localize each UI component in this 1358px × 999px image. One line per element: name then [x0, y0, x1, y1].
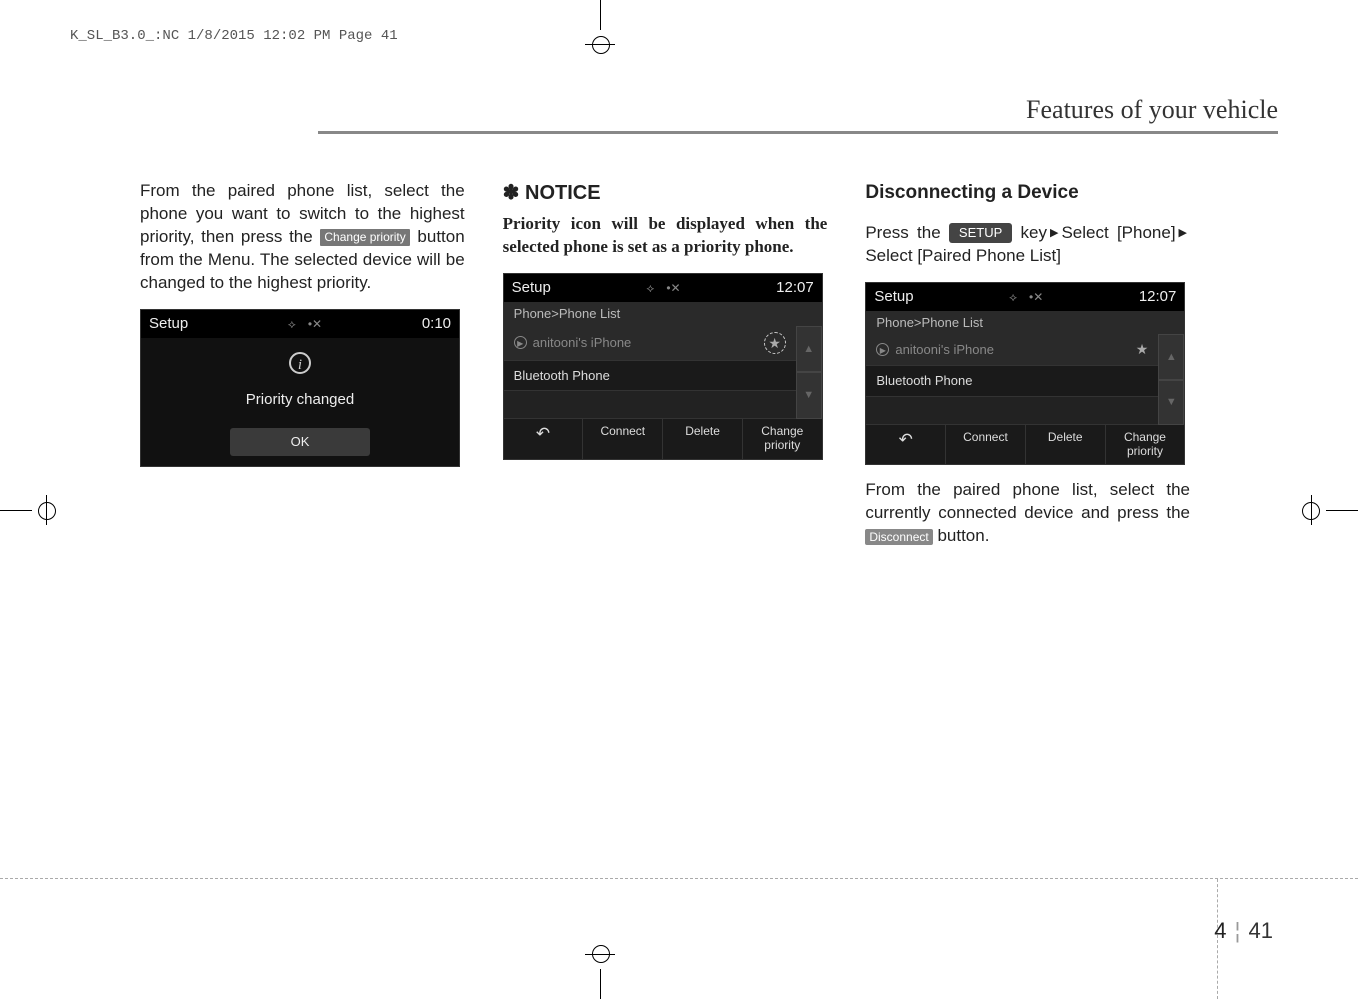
ss3-item-2[interactable]: Bluetooth Phone — [866, 366, 1158, 397]
column-2: ✽ NOTICE Priority icon will be displayed… — [503, 180, 828, 548]
ss1-info-row: i — [141, 338, 459, 382]
bluetooth-icon: ⟡ — [288, 316, 296, 332]
ss1-message: Priority changed — [141, 382, 459, 428]
ss2-change-priority-button[interactable]: Change priority — [743, 419, 822, 459]
ss2-item1-label: anitooni's iPhone — [533, 334, 632, 352]
mute-icon: •✕ — [1029, 289, 1043, 305]
screenshot-priority-changed: Setup ⟡ •✕ 0:10 i Priority changed OK — [140, 309, 460, 467]
disconnect-button-label: Disconnect — [865, 529, 932, 545]
bluetooth-icon: ⟡ — [1009, 289, 1017, 305]
col3-text-c: Select [Phone] — [1061, 223, 1175, 242]
page-title-bar: Features of your vehicle — [318, 95, 1278, 134]
ss3-change-line1: Change — [1124, 430, 1166, 444]
col3-text-d: Select [Paired Phone List] — [865, 246, 1061, 265]
ss1-ok-button[interactable]: OK — [230, 428, 370, 456]
ss3-connect-button[interactable]: Connect — [946, 425, 1026, 465]
page-number: 4 ¦ 41 — [1214, 918, 1273, 944]
col3-para2-a: From the paired phone list, select the c… — [865, 480, 1190, 522]
ss3-item-1[interactable]: ▶ anitooni's iPhone ★ — [866, 334, 1158, 366]
ss3-empty-row — [866, 397, 1158, 425]
col1-text-a: From the paired phone list, select the p… — [140, 181, 465, 246]
playing-icon: ▶ — [876, 343, 889, 356]
col3-instruction: Press the SETUP key▶Select [Phone]▶Selec… — [865, 222, 1190, 268]
setup-key-label: SETUP — [949, 223, 1012, 243]
crop-mark-top — [560, 0, 640, 52]
ss3-setup-label: Setup — [874, 287, 913, 307]
ss3-topbar: Setup ⟡ •✕ 12:07 — [866, 283, 1184, 311]
priority-star-icon: ★ — [764, 332, 786, 354]
mute-icon: •✕ — [666, 280, 680, 296]
ss2-back-button[interactable]: ↶ — [504, 419, 584, 459]
screenshot-phone-list-disconnect: Setup ⟡ •✕ 12:07 Phone>Phone List ▶ anit… — [865, 282, 1185, 466]
content-columns: From the paired phone list, select the p… — [140, 180, 1190, 548]
page-num-section: 4 — [1214, 918, 1226, 943]
mute-icon: •✕ — [308, 316, 322, 332]
ss2-setup-label: Setup — [512, 278, 551, 298]
ss3-change-priority-button[interactable]: Change priority — [1106, 425, 1185, 465]
ss2-change-line1: Change — [761, 424, 803, 438]
ss3-time: 12:07 — [1139, 287, 1177, 307]
triangle-icon: ▶ — [1050, 226, 1058, 241]
ss2-change-line2: priority — [764, 438, 800, 452]
col3-para2-b: button. — [937, 526, 989, 545]
scroll-down-icon[interactable]: ▼ — [796, 372, 822, 419]
change-priority-button-label: Change priority — [319, 228, 410, 246]
col3-text-a: Press the — [865, 223, 949, 242]
disconnecting-header: Disconnecting a Device — [865, 180, 1190, 206]
scroll-up-icon[interactable]: ▲ — [1158, 334, 1184, 379]
ss2-topbar: Setup ⟡ •✕ 12:07 — [504, 274, 822, 302]
ss2-scrollbar[interactable]: ▲ ▼ — [796, 326, 822, 420]
ss2-breadcrumb: Phone>Phone List — [504, 302, 822, 326]
crop-mark-right — [1298, 480, 1358, 540]
triangle-icon: ▶ — [1179, 226, 1187, 241]
scroll-up-icon[interactable]: ▲ — [796, 326, 822, 373]
ss3-item1-label: anitooni's iPhone — [895, 341, 994, 359]
ss3-breadcrumb: Phone>Phone List — [866, 311, 1184, 335]
crop-mark-bottom — [560, 944, 640, 999]
dashed-line-bottom — [0, 878, 1358, 879]
page-title: Features of your vehicle — [318, 95, 1278, 125]
ss2-delete-button[interactable]: Delete — [663, 419, 743, 459]
ss1-time: 0:10 — [422, 314, 451, 334]
ss3-scrollbar[interactable]: ▲ ▼ — [1158, 334, 1184, 424]
notice-star-icon: ✽ — [503, 182, 520, 204]
col1-paragraph: From the paired phone list, select the p… — [140, 180, 465, 295]
ss3-item2-label: Bluetooth Phone — [876, 372, 972, 390]
screenshot-phone-list-priority: Setup ⟡ •✕ 12:07 Phone>Phone List ▶ anit… — [503, 273, 823, 460]
ss2-item2-label: Bluetooth Phone — [514, 367, 610, 385]
notice-text: Priority icon will be displayed when the… — [503, 213, 828, 259]
ss3-back-button[interactable]: ↶ — [866, 425, 946, 465]
notice-header: ✽ NOTICE — [503, 180, 828, 207]
notice-label: NOTICE — [525, 182, 601, 204]
ss2-time: 12:07 — [776, 278, 814, 298]
ss3-change-line2: priority — [1127, 444, 1163, 458]
col3-text-b: key — [1021, 223, 1047, 242]
column-3: Disconnecting a Device Press the SETUP k… — [865, 180, 1190, 548]
crop-mark-left — [0, 480, 60, 540]
ss2-item-2[interactable]: Bluetooth Phone — [504, 361, 796, 392]
ss2-item-1[interactable]: ▶ anitooni's iPhone ★ — [504, 326, 796, 361]
ss3-bottom-bar: ↶ Connect Delete Change priority — [866, 425, 1184, 465]
priority-star-icon: ★ — [1136, 340, 1149, 359]
scroll-down-icon[interactable]: ▼ — [1158, 380, 1184, 425]
ss3-delete-button[interactable]: Delete — [1026, 425, 1106, 465]
ss1-setup-label: Setup — [149, 314, 188, 334]
playing-icon: ▶ — [514, 336, 527, 349]
info-icon: i — [289, 352, 311, 374]
page-num-page: 41 — [1249, 918, 1273, 943]
ss2-empty-row — [504, 391, 796, 419]
ss2-connect-button[interactable]: Connect — [583, 419, 663, 459]
title-underline — [318, 131, 1278, 134]
column-1: From the paired phone list, select the p… — [140, 180, 465, 548]
bluetooth-icon: ⟡ — [646, 280, 654, 296]
ss1-topbar: Setup ⟡ •✕ 0:10 — [141, 310, 459, 338]
header-line: K_SL_B3.0_:NC 1/8/2015 12:02 PM Page 41 — [70, 28, 398, 44]
page-num-sep: ¦ — [1235, 918, 1241, 943]
col3-paragraph-2: From the paired phone list, select the c… — [865, 479, 1190, 548]
ss2-bottom-bar: ↶ Connect Delete Change priority — [504, 419, 822, 459]
